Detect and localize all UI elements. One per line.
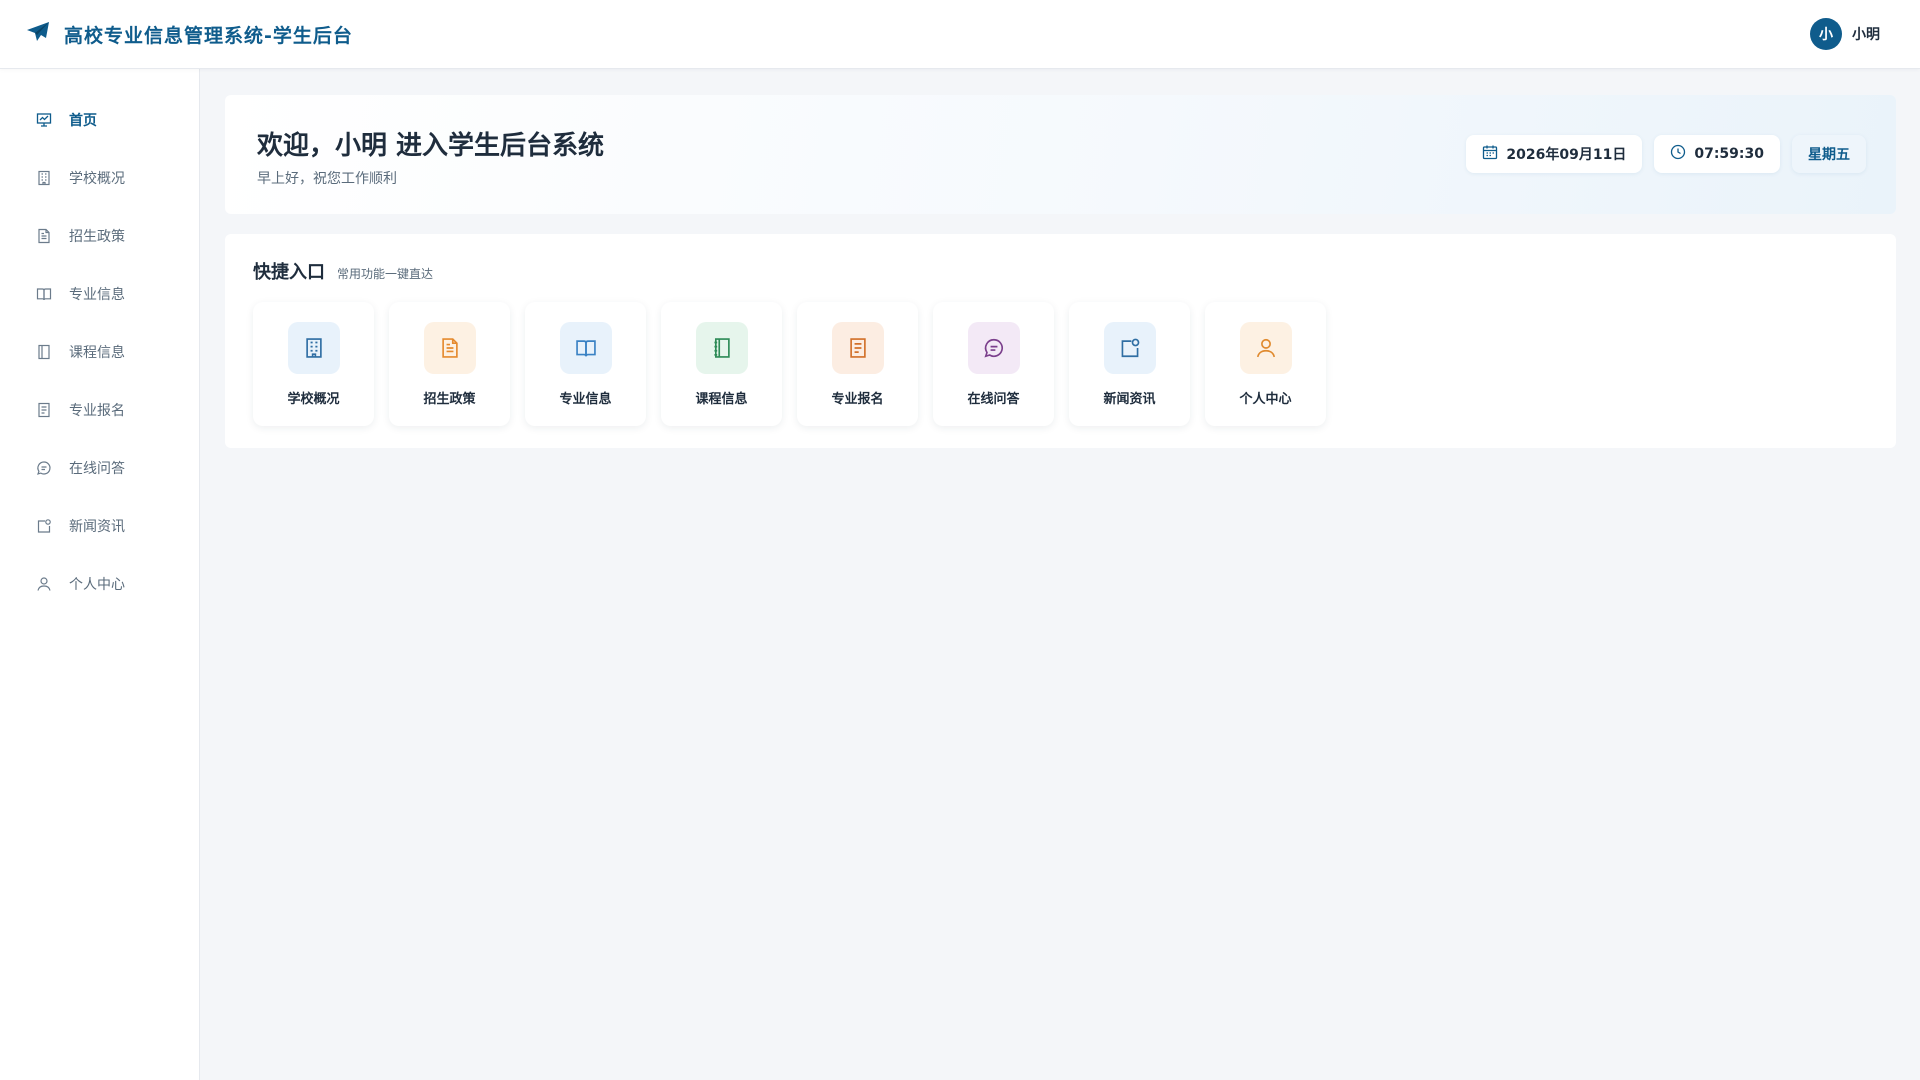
book-open-icon — [559, 322, 612, 374]
quick-card-label: 课程信息 — [695, 392, 748, 407]
welcome-subtitle: 早上好，祝您工作顺利 — [257, 171, 397, 187]
quick-access-title: 快捷入口 — [253, 262, 325, 283]
form-icon — [35, 401, 53, 419]
main-content: 欢迎，小明 进入学生后台系统 早上好，祝您工作顺利 2026年09月11日 07… — [201, 69, 1920, 1080]
chat-bubble-icon — [35, 459, 53, 477]
quick-card-online-qa[interactable]: 在线问答 — [933, 302, 1054, 426]
weekday-text: 星期五 — [1808, 147, 1850, 163]
quick-card-label: 在线问答 — [967, 392, 1020, 407]
quick-access-cards: 学校概况 招生政策 专业信息 课程信息 专业报名 在线问答 新闻资讯 个人中心 — [253, 302, 1326, 426]
date-chip: 2026年09月11日 — [1466, 135, 1643, 173]
quick-card-label: 个人中心 — [1239, 392, 1292, 407]
quick-card-course-info[interactable]: 课程信息 — [661, 302, 782, 426]
quick-card-label: 专业报名 — [831, 392, 884, 407]
building-icon — [287, 322, 340, 374]
sidebar-item-label: 个人中心 — [69, 577, 125, 593]
quick-access-subtitle: 常用功能一键直达 — [337, 267, 434, 281]
sidebar-item-school-overview[interactable]: 学校概况 — [0, 149, 199, 207]
quick-card-label: 新闻资讯 — [1103, 392, 1156, 407]
quick-card-label: 学校概况 — [287, 392, 340, 407]
quick-card-label: 招生政策 — [423, 392, 476, 407]
notebook-icon — [35, 343, 53, 361]
sidebar: 首页 学校概况 招生政策 专业信息 课程信息 专业报名 在线问答 新闻资讯 个人… — [0, 69, 200, 1080]
clock-icon — [1670, 144, 1686, 164]
paper-plane-icon — [26, 21, 50, 47]
sidebar-item-label: 专业信息 — [69, 287, 125, 303]
news-icon — [1103, 322, 1156, 374]
user-name[interactable]: 小明 — [1852, 24, 1880, 44]
top-bar: 高校专业信息管理系统-学生后台 小 小明 — [0, 0, 1920, 69]
quick-access-header: 快捷入口 常用功能一键直达 — [253, 258, 433, 284]
quick-card-news[interactable]: 新闻资讯 — [1069, 302, 1190, 426]
book-open-icon — [35, 285, 53, 303]
news-icon — [35, 517, 53, 535]
sidebar-item-major-enrollment[interactable]: 专业报名 — [0, 381, 199, 439]
quick-card-school-overview[interactable]: 学校概况 — [253, 302, 374, 426]
quick-card-profile[interactable]: 个人中心 — [1205, 302, 1326, 426]
notebook-icon — [695, 322, 748, 374]
date-text: 2026年09月11日 — [1506, 147, 1627, 163]
sidebar-item-label: 在线问答 — [69, 461, 125, 477]
building-icon — [35, 169, 53, 187]
document-icon — [423, 322, 476, 374]
quick-card-label: 专业信息 — [559, 392, 612, 407]
brand[interactable]: 高校专业信息管理系统-学生后台 — [26, 21, 353, 48]
document-icon — [35, 227, 53, 245]
user-menu[interactable]: 小 小明 — [1810, 18, 1880, 50]
sidebar-item-label: 新闻资讯 — [69, 519, 125, 535]
user-icon — [1239, 322, 1292, 374]
sidebar-item-label: 招生政策 — [69, 229, 125, 245]
quick-card-major-enrollment[interactable]: 专业报名 — [797, 302, 918, 426]
app-title: 高校专业信息管理系统-学生后台 — [64, 24, 353, 47]
sidebar-item-major-info[interactable]: 专业信息 — [0, 265, 199, 323]
avatar[interactable]: 小 — [1810, 18, 1842, 50]
chat-bubble-icon — [967, 322, 1020, 374]
quick-access-panel: 快捷入口 常用功能一键直达 学校概况 招生政策 专业信息 课程信息 专业报名 在… — [225, 234, 1896, 448]
quick-card-admission-policy[interactable]: 招生政策 — [389, 302, 510, 426]
sidebar-item-profile[interactable]: 个人中心 — [0, 555, 199, 613]
datetime-chips: 2026年09月11日 07:59:30 星期五 — [1466, 135, 1866, 173]
weekday-chip: 星期五 — [1792, 135, 1866, 173]
sidebar-item-online-qa[interactable]: 在线问答 — [0, 439, 199, 497]
sidebar-item-label: 学校概况 — [69, 171, 125, 187]
sidebar-item-label: 首页 — [69, 113, 97, 129]
time-text: 07:59:30 — [1694, 146, 1764, 162]
sidebar-item-home[interactable]: 首页 — [0, 91, 199, 149]
time-chip: 07:59:30 — [1654, 135, 1780, 173]
user-icon — [35, 575, 53, 593]
sidebar-item-news[interactable]: 新闻资讯 — [0, 497, 199, 555]
sidebar-item-label: 课程信息 — [69, 345, 125, 361]
form-icon — [831, 322, 884, 374]
sidebar-item-course-info[interactable]: 课程信息 — [0, 323, 199, 381]
welcome-panel: 欢迎，小明 进入学生后台系统 早上好，祝您工作顺利 2026年09月11日 07… — [225, 95, 1896, 214]
quick-card-major-info[interactable]: 专业信息 — [525, 302, 646, 426]
sidebar-item-label: 专业报名 — [69, 403, 125, 419]
presentation-chart-icon — [35, 111, 53, 129]
sidebar-item-admission-policy[interactable]: 招生政策 — [0, 207, 199, 265]
welcome-title: 欢迎，小明 进入学生后台系统 — [257, 131, 605, 161]
calendar-icon — [1482, 144, 1498, 164]
